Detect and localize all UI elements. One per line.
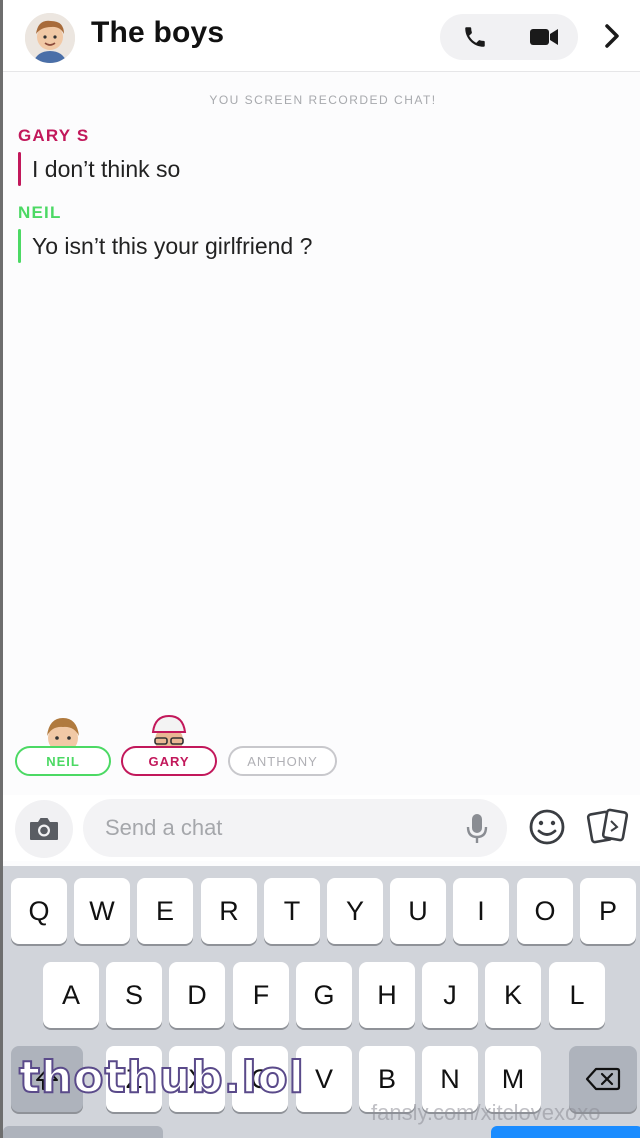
key-j[interactable]: J <box>422 962 478 1028</box>
chat-title[interactable]: The boys <box>91 16 224 50</box>
sender-color-bar <box>18 152 21 186</box>
delete-key[interactable] <box>569 1046 637 1112</box>
sticker-cards-icon <box>586 808 629 844</box>
video-call-button[interactable] <box>509 14 578 60</box>
key-s[interactable]: S <box>106 962 162 1028</box>
chat-input-bar <box>3 795 640 861</box>
chat-screen: The boys YOU SCREEN RECORDED CHAT! GARY <box>0 0 640 1138</box>
key-l[interactable]: L <box>549 962 605 1028</box>
message-body: Yo isn’t this your girlfriend ? <box>18 229 312 263</box>
camera-icon <box>30 818 58 840</box>
camera-button[interactable] <box>15 800 73 858</box>
message-sender: NEIL <box>18 203 62 222</box>
key-x[interactable]: X <box>169 1046 225 1112</box>
emoji-button[interactable] <box>527 807 567 847</box>
sender-color-bar <box>18 229 21 263</box>
chat-header: The boys <box>3 0 640 72</box>
more-button[interactable] <box>597 18 627 54</box>
keyboard-numbers-key[interactable] <box>3 1126 163 1138</box>
system-note: YOU SCREEN RECORDED CHAT! <box>209 93 437 107</box>
key-d[interactable]: D <box>169 962 225 1028</box>
key-b[interactable]: B <box>359 1046 415 1112</box>
key-v[interactable]: V <box>296 1046 352 1112</box>
key-q[interactable]: Q <box>11 878 67 944</box>
call-controls <box>440 14 578 60</box>
phone-icon <box>464 27 485 47</box>
message-text: I don’t think so <box>32 156 181 182</box>
key-a[interactable]: A <box>43 962 99 1028</box>
chevron-right-icon <box>605 24 619 48</box>
key-n[interactable]: N <box>422 1046 478 1112</box>
key-i[interactable]: I <box>453 878 509 944</box>
key-e[interactable]: E <box>137 878 193 944</box>
presence-name: ANTHONY <box>247 753 318 769</box>
presence-name: NEIL <box>46 753 80 769</box>
message-item[interactable]: NEIL Yo isn’t this your girlfriend ? <box>18 203 312 263</box>
bitmoji-avatar-icon <box>25 13 75 63</box>
key-o[interactable]: O <box>517 878 573 944</box>
key-g[interactable]: G <box>296 962 352 1028</box>
key-h[interactable]: H <box>359 962 415 1028</box>
backspace-icon <box>585 1067 621 1091</box>
key-r[interactable]: R <box>201 878 257 944</box>
key-k[interactable]: K <box>485 962 541 1028</box>
microphone-icon <box>466 814 488 843</box>
shift-key[interactable] <box>11 1046 83 1112</box>
key-c[interactable]: C <box>232 1046 288 1112</box>
key-w[interactable]: W <box>74 878 130 944</box>
sticker-button[interactable] <box>585 807 631 847</box>
message-item[interactable]: GARY S I don’t think so <box>18 126 180 186</box>
keyboard-send-key[interactable] <box>491 1126 640 1138</box>
emoji-icon <box>529 809 565 845</box>
message-sender: GARY S <box>18 126 90 145</box>
key-m[interactable]: M <box>485 1046 541 1112</box>
message-body: I don’t think so <box>18 152 180 186</box>
video-camera-icon <box>529 29 558 45</box>
key-u[interactable]: U <box>390 878 446 944</box>
message-text: Yo isn’t this your girlfriend ? <box>32 233 313 259</box>
group-avatar[interactable] <box>25 13 75 63</box>
presence-chip-neil: NEIL <box>15 746 111 776</box>
key-z[interactable]: Z <box>106 1046 162 1112</box>
key-f[interactable]: F <box>233 962 289 1028</box>
presence-chip-gary: GARY <box>121 746 217 776</box>
presence-name: GARY <box>148 753 190 769</box>
key-p[interactable]: P <box>580 878 636 944</box>
microphone-button[interactable] <box>463 813 491 845</box>
key-t[interactable]: T <box>264 878 320 944</box>
key-y[interactable]: Y <box>327 878 383 944</box>
shift-icon <box>36 1068 58 1090</box>
voice-call-button[interactable] <box>440 14 509 60</box>
presence-chip-anthony: ANTHONY <box>228 746 337 776</box>
chat-input[interactable] <box>83 799 507 857</box>
